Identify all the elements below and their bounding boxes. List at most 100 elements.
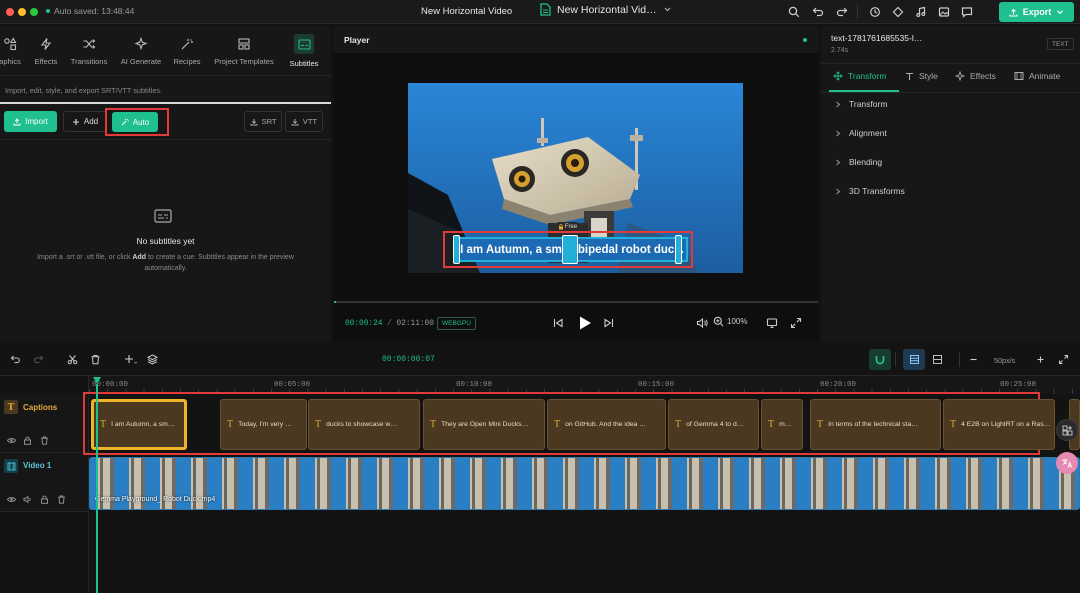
eye-icon[interactable] [7,495,16,504]
layers-icon[interactable] [147,354,158,365]
redo-icon[interactable] [831,1,853,23]
scissors-icon[interactable] [67,354,78,365]
speaker-icon[interactable] [23,495,32,504]
section-blending[interactable]: Blending [835,155,882,169]
monitor-icon[interactable] [766,317,778,329]
skip-forward-icon[interactable] [603,317,615,329]
comment-icon[interactable] [956,1,978,23]
tab-effects[interactable]: Effects [955,71,996,81]
expand-icon[interactable] [1058,354,1069,365]
close-window-button[interactable] [6,8,14,16]
play-icon[interactable] [578,315,592,331]
subtitles-icon [294,34,314,54]
history-icon[interactable] [864,1,886,23]
lock-icon[interactable] [40,495,49,504]
caption-clip-text: of Gemma 4 to d… [686,421,744,428]
caption-clip[interactable]: Tof Gemma 4 to d… [668,399,759,450]
diamond-icon[interactable] [887,1,909,23]
trash-icon[interactable] [90,354,101,365]
caption-clip-text: They are Open Mini Ducks… [441,421,529,428]
tab-effects[interactable]: Effects [27,26,65,75]
caption-clip[interactable]: Tm… [761,399,803,450]
export-srt-button[interactable]: SRT [244,111,282,132]
export-button[interactable]: Export [999,2,1074,22]
trash-icon[interactable] [57,495,66,504]
text-icon [905,72,914,81]
caption-clip[interactable]: Tducks to showcase w… [308,399,420,450]
music-icon[interactable] [910,1,932,23]
redo-icon[interactable] [33,354,44,365]
ruler-label: 00:25:00 [1000,381,1037,389]
tab-animate[interactable]: Animate [1014,71,1060,81]
video-clip-name: Gemma Playground_ Robot Duck.mp4 [95,496,216,503]
text-clip-icon: T [950,419,957,430]
properties-panel: text-1781761685535-l… 2.74s TEXT Transfo… [821,26,1080,341]
import-button[interactable]: Import [4,111,57,132]
video-clip[interactable]: Gemma Playground_ Robot Duck.mp4 [89,457,1080,510]
add-track-icon[interactable] [124,354,138,365]
seek-bar[interactable] [334,301,818,303]
track-view-toggle[interactable] [903,349,925,370]
layout-icon [236,36,252,52]
magnet-toggle[interactable] [869,349,891,370]
split-view-icon[interactable] [932,354,943,365]
translate-button[interactable] [1056,452,1078,474]
ai-assist-button[interactable] [1056,419,1078,441]
export-vtt-button[interactable]: VTT [285,111,323,132]
add-button[interactable]: Add [63,111,107,132]
search-icon[interactable] [783,1,805,23]
caption-clip-selected[interactable]: T I am Autumn, a sm… [91,399,187,450]
caption-clip[interactable]: T In terms of the technical sta… [810,399,941,450]
minimize-window-button[interactable] [18,8,26,16]
volume-icon[interactable] [696,317,708,329]
player-header [334,26,818,53]
undo-icon[interactable] [10,354,21,365]
tab-ai-generate[interactable]: AI Generate [116,26,166,75]
tab-style[interactable]: Style [905,71,938,81]
section-3d-transforms[interactable]: 3D Transforms [835,184,905,198]
move-handle[interactable] [562,235,578,264]
text-clip-icon: T [315,419,322,430]
left-resize-handle[interactable] [453,235,460,264]
lock-icon[interactable] [23,436,32,445]
caption-clip[interactable]: Ton GitHub. And the idea … [547,399,666,450]
skip-back-icon[interactable] [552,317,564,329]
maximize-window-button[interactable] [30,8,38,16]
lightning-icon [38,36,54,52]
divider [821,63,1080,64]
vtt-label: VTT [302,117,318,126]
zoom-out-icon[interactable] [969,355,978,364]
right-resize-handle[interactable] [675,235,682,264]
wand-icon [179,36,195,52]
file-name: New Horizontal Vid… [557,3,657,16]
playhead[interactable] [96,384,98,593]
section-alignment[interactable]: Alignment [835,126,887,140]
lock-label: Free [564,224,578,230]
empty-text: to create a cue. Subtitles appear in the… [146,254,294,261]
tab-project-templates[interactable]: Project Templates [212,26,276,75]
tab-label: aphics [0,57,21,66]
file-selector[interactable]: New Horizontal Vid… [540,3,672,16]
auto-button[interactable]: Auto [112,112,158,132]
eye-icon[interactable] [7,436,16,445]
caption-clip[interactable]: T 4 E2B on LightRT on a Ras… [943,399,1055,450]
image-icon[interactable] [933,1,955,23]
zoom-control[interactable]: 100% [713,316,747,327]
fullscreen-icon[interactable] [790,317,802,329]
tab-transitions[interactable]: Transitions [67,26,111,75]
zoom-in-icon[interactable] [1036,355,1045,364]
trash-icon[interactable] [40,436,49,445]
undo-icon[interactable] [807,1,829,23]
autosave-text: Auto saved: 13:48:44 [54,6,135,16]
caption-clip[interactable]: T They are Open Mini Ducks… [423,399,545,450]
tab-subtitles[interactable]: Subtitles [284,26,324,75]
tab-label: Transform [848,71,887,81]
caption-clip[interactable]: T Today, I'm very … [220,399,307,450]
subtitles-panel: aphics Effects Transitions AI Generate R… [0,26,331,341]
video-track-name: Video 1 [23,461,52,470]
section-transform[interactable]: Transform [835,97,887,111]
tab-transform[interactable]: Transform [833,71,886,81]
current-time: 00:00:24 [345,320,383,328]
download-icon [291,118,299,126]
tab-recipes[interactable]: Recipes [170,26,204,75]
